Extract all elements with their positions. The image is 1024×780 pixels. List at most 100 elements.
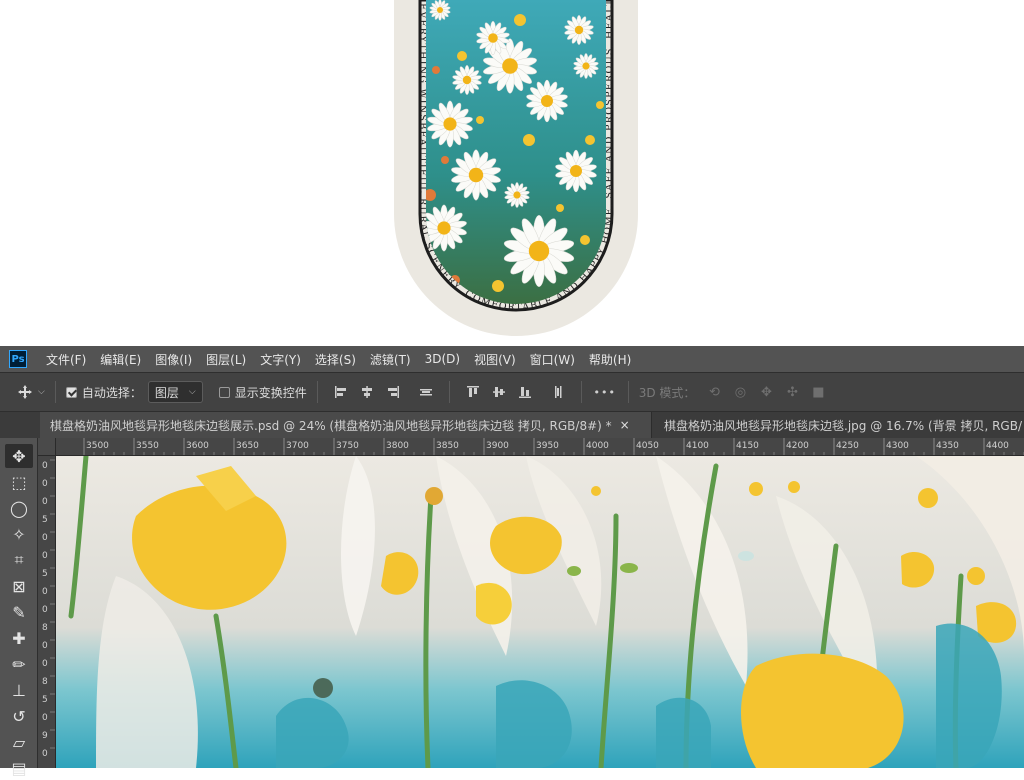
align-vertical-center-icon[interactable] [489, 382, 509, 402]
move-icon [15, 382, 35, 402]
3d-mode-label: 3D 模式： [638, 385, 696, 400]
ruler-tick-label: 0 [42, 713, 48, 723]
ruler-tick-label: 3800 [386, 441, 409, 451]
tab-document-psd[interactable]: 棋盘格奶油风地毯异形地毯床边毯展示.psd @ 24% (棋盘格奶油风地毯异形地… [40, 412, 652, 438]
divider [448, 381, 450, 403]
ruler-tick-label: 4250 [836, 441, 859, 451]
close-icon[interactable]: × [620, 418, 630, 432]
chevron-down-icon: ⌵ [188, 387, 196, 397]
canvas-painting [56, 456, 1024, 768]
more-options-button[interactable]: ••• [593, 382, 614, 402]
auto-select-checkbox[interactable]: 自动选择： [65, 384, 142, 401]
checkbox-checked-icon [65, 386, 77, 398]
show-transform-checkbox[interactable]: 显示变换控件 [218, 384, 307, 401]
menu-window[interactable]: 窗口(W) [523, 351, 582, 368]
eraser-icon[interactable]: ▱ [5, 730, 33, 754]
ruler-origin[interactable] [38, 438, 56, 456]
align-left-icon[interactable] [331, 382, 351, 402]
ruler-tick-label: 8 [42, 677, 48, 687]
tab-document-jpg[interactable]: 棋盘格奶油风地毯异形地毯床边毯.jpg @ 16.7% (背景 拷贝, RGB/ [654, 412, 1024, 438]
divider [580, 381, 582, 403]
menu-help[interactable]: 帮助(H) [582, 351, 638, 368]
menu-image[interactable]: 图像(I) [148, 351, 199, 368]
ruler-tick-label: 4050 [636, 441, 659, 451]
ruler-tick-label: 0 [42, 497, 48, 507]
clone-stamp-icon[interactable]: ⊥ [5, 678, 33, 702]
ruler-tick-label: 3700 [286, 441, 309, 451]
marquee-icon[interactable]: ⬚ [5, 470, 33, 494]
camera-3d-icon[interactable]: ■ [808, 382, 828, 402]
document-tabs: 棋盘格奶油风地毯异形地毯床边毯展示.psd @ 24% (棋盘格奶油风地毯异形地… [0, 412, 1024, 438]
tab-label: 棋盘格奶油风地毯异形地毯床边毯.jpg @ 16.7% (背景 拷贝, RGB/ [664, 418, 1022, 433]
move-icon[interactable]: ✥ [5, 444, 33, 468]
rug-preview: EVERYTHING WINSBEAUTIFUL RURAL SCENERY, … [0, 0, 1024, 346]
ruler-tick-label: 3550 [136, 441, 159, 451]
ruler-tick-label: 4200 [786, 441, 809, 451]
rug-artwork: EVERYTHING WINSBEAUTIFUL RURAL SCENERY, … [0, 0, 638, 336]
ruler-tick-label: 3750 [336, 441, 359, 451]
menu-file[interactable]: 文件(F) [39, 351, 93, 368]
roll-3d-icon[interactable]: ◎ [730, 382, 750, 402]
pan-3d-icon[interactable]: ✥ [756, 382, 776, 402]
menu-bar: Ps 文件(F) 编辑(E) 图像(I) 图层(L) 文字(Y) 选择(S) 滤… [0, 346, 1024, 372]
document-canvas[interactable] [56, 456, 1024, 768]
distribute-vertical-icon[interactable] [548, 382, 568, 402]
ruler-tick-label: 4300 [886, 441, 909, 451]
menu-layer[interactable]: 图层(L) [199, 351, 253, 368]
crop-icon[interactable]: ⌗ [5, 548, 33, 572]
ruler-tick-label: 0 [42, 659, 48, 669]
ruler-tick-label: 5 [42, 515, 48, 525]
ruler-tick-label: 4350 [936, 441, 959, 451]
align-top-icon[interactable] [463, 382, 483, 402]
ruler-tick-label: 4000 [586, 441, 609, 451]
tools-panel: ✥ ⬚ ◯ ✧ ⌗ ⊠ ✎ ✚ ✏ ⊥ ↺ ▱ ▤ [0, 438, 38, 778]
ruler-tick-label: 9 [42, 731, 48, 741]
align-right-icon[interactable] [383, 382, 403, 402]
ruler-tick-label: 0 [42, 479, 48, 489]
ruler-tick-label: 5 [42, 569, 48, 579]
gradient-icon[interactable]: ▤ [5, 756, 33, 780]
ruler-tick-label: 0 [42, 605, 48, 615]
ruler-tick-label: 5 [42, 695, 48, 705]
menu-filter[interactable]: 滤镜(T) [363, 351, 418, 368]
menu-type[interactable]: 文字(Y) [253, 351, 308, 368]
history-brush-icon[interactable]: ↺ [5, 704, 33, 728]
move-tool-preset[interactable]: ⌵ [12, 382, 45, 402]
healing-brush-icon[interactable]: ✚ [5, 626, 33, 650]
show-transform-label: 显示变换控件 [234, 385, 307, 400]
ruler-tick-label: 0 [42, 551, 48, 561]
horizontal-ruler[interactable]: 3500 3550 3600 3650 3700 3750 3800 3850 3900 3950… [56, 438, 1024, 456]
vertical-ruler[interactable]: 0 0 0 5 0 0 5 0 0 8 0 0 8 5 0 9 0 [38, 456, 56, 768]
distribute-horizontal-icon[interactable] [416, 382, 436, 402]
ruler-tick-label: 0 [42, 641, 48, 651]
options-bar: ⌵ 自动选择： 图层 ⌵ 显示变换控件 ••• 3D 模式： ⟲ ◎ ✥ ✣ ■ [0, 372, 1024, 412]
ruler-tick-label: 3850 [436, 441, 459, 451]
chevron-down-icon: ⌵ [38, 387, 45, 397]
magic-wand-icon[interactable]: ✧ [5, 522, 33, 546]
menu-select[interactable]: 选择(S) [308, 351, 363, 368]
menu-3d[interactable]: 3D(D) [418, 352, 467, 366]
brush-icon[interactable]: ✏ [5, 652, 33, 676]
ruler-tick-label: 4150 [736, 441, 759, 451]
slide-3d-icon[interactable]: ✣ [782, 382, 802, 402]
checkbox-icon [218, 386, 230, 398]
align-horizontal-center-icon[interactable] [357, 382, 377, 402]
divider [54, 381, 56, 403]
divider [627, 381, 629, 403]
ruler-tick-label: 3900 [486, 441, 509, 451]
daisy-field [426, 0, 606, 304]
align-bottom-icon[interactable] [515, 382, 535, 402]
layer-dropdown[interactable]: 图层 ⌵ [147, 381, 203, 403]
menu-view[interactable]: 视图(V) [467, 351, 523, 368]
ruler-tick-label: 8 [42, 623, 48, 633]
orbit-3d-icon[interactable]: ⟲ [704, 382, 724, 402]
layer-dropdown-value: 图层 [154, 385, 179, 400]
lasso-icon[interactable]: ◯ [5, 496, 33, 520]
frame-icon[interactable]: ⊠ [5, 574, 33, 598]
ruler-tick-label: 3950 [536, 441, 559, 451]
eyedropper-icon[interactable]: ✎ [5, 600, 33, 624]
photoshop-logo-icon: Ps [9, 350, 27, 368]
menu-edit[interactable]: 编辑(E) [93, 351, 148, 368]
ruler-tick-label: 3650 [236, 441, 259, 451]
ruler-tick-label: 4100 [686, 441, 709, 451]
